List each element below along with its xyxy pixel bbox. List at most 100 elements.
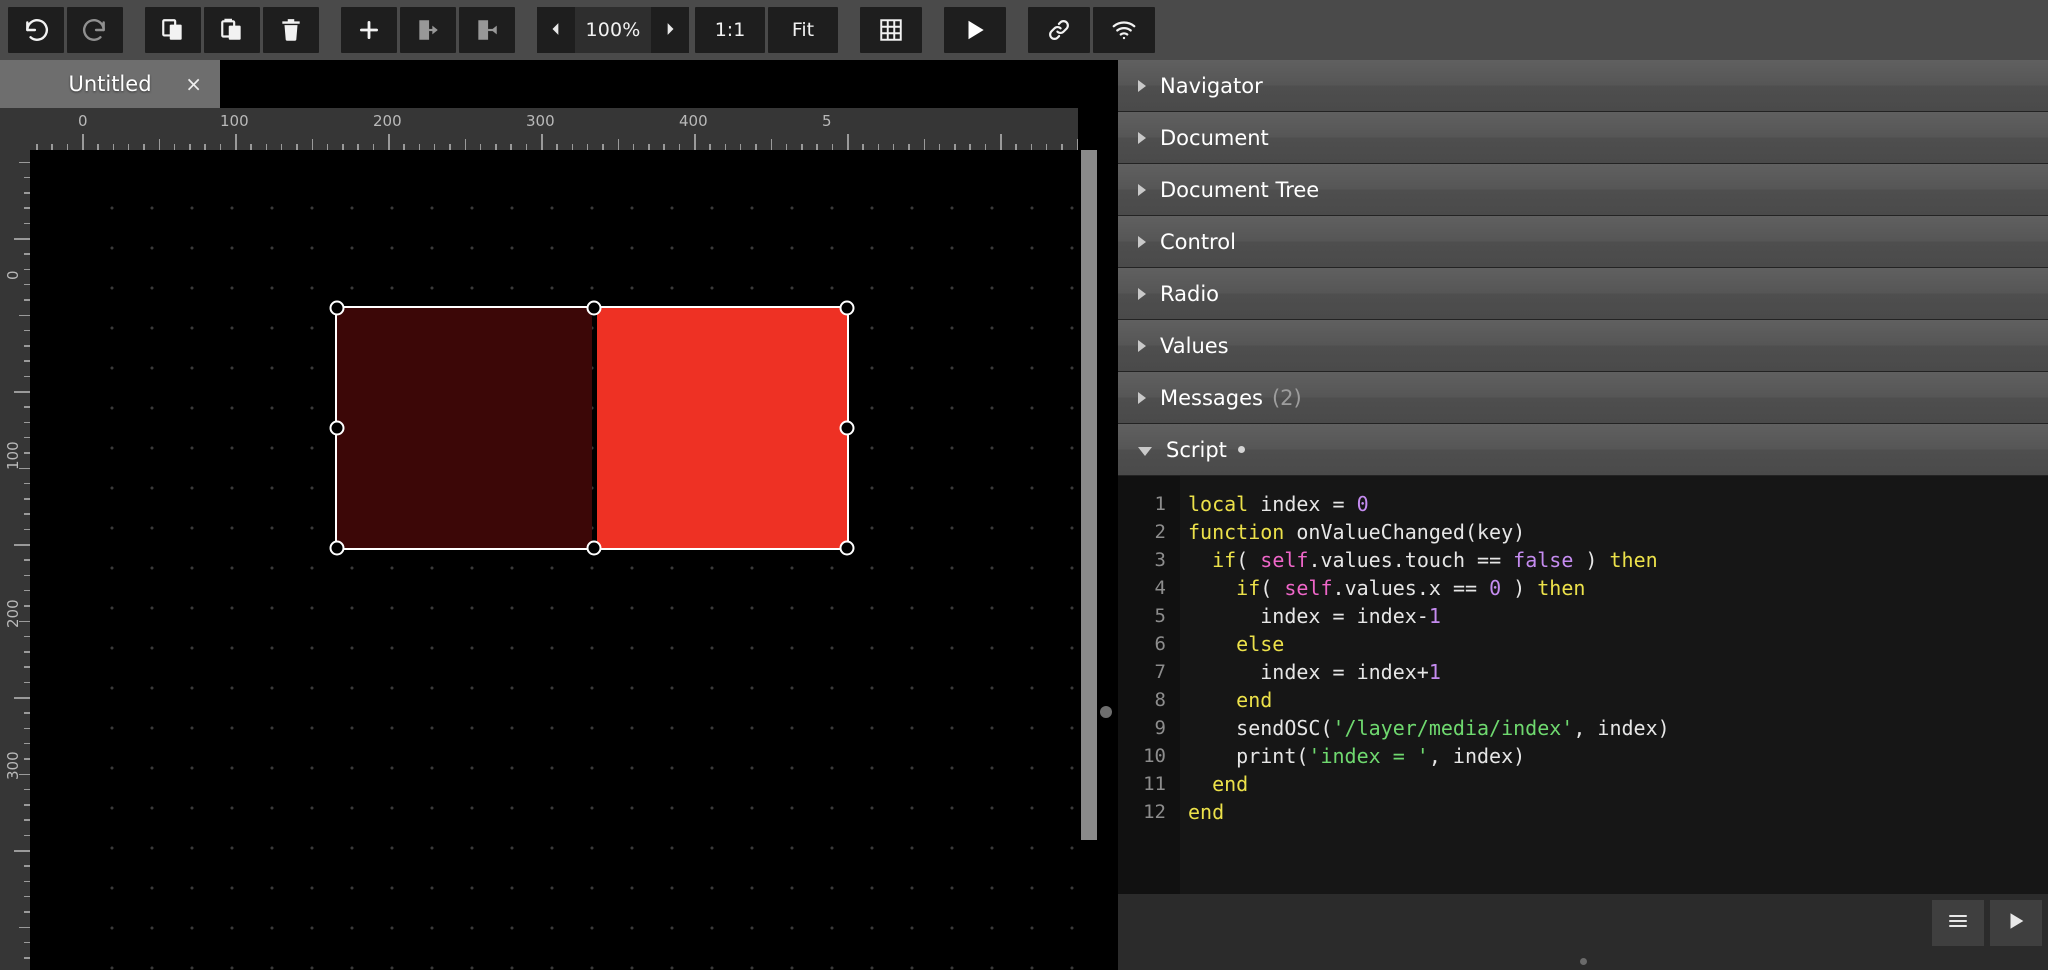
zoom-out-button[interactable]	[537, 7, 575, 53]
import-button[interactable]	[400, 7, 456, 53]
script-modified-indicator	[1237, 446, 1245, 453]
ruler-tick-major	[541, 134, 543, 150]
chevron-right-icon	[1138, 235, 1146, 248]
code-editor[interactable]: 1 2 3 4 5 6 7 8 9 10 11 12 local index =…	[1118, 476, 2048, 894]
ruler-tick-minor	[19, 467, 30, 469]
ruler-tick-major	[14, 544, 30, 546]
ruler-tick-minor	[19, 314, 30, 316]
toolbar-group-clipboard	[145, 7, 319, 53]
panel-label-script: Script	[1166, 437, 1227, 462]
line-number: 4	[1154, 577, 1166, 599]
canvas-scrollbar-thumb[interactable]	[1081, 150, 1097, 840]
play-button[interactable]	[944, 7, 1006, 53]
panel-header-navigator[interactable]: Navigator	[1118, 60, 2048, 112]
inspector-panel: Navigator Document Document Tree Control…	[1118, 60, 2048, 970]
zoom-one-to-one-button[interactable]: 1:1	[695, 7, 765, 53]
line-number: 10	[1143, 745, 1166, 767]
panel-label-messages: Messages	[1160, 385, 1263, 410]
panel-label-document-tree: Document Tree	[1160, 177, 1320, 202]
export-button[interactable]	[459, 7, 515, 53]
tab-untitled[interactable]: Untitled ×	[0, 60, 220, 108]
script-menu-button[interactable]	[1932, 900, 1984, 946]
caret-right-icon	[663, 21, 677, 40]
hamburger-icon	[1946, 909, 1970, 937]
caret-left-icon	[549, 21, 563, 40]
ruler-tick-minor	[311, 139, 313, 150]
ruler-label-h-2: 200	[373, 112, 402, 130]
paste-button[interactable]	[204, 7, 260, 53]
panel-header-document-tree[interactable]: Document Tree	[1118, 164, 2048, 216]
selection-handle-middle-right[interactable]	[839, 420, 855, 436]
toolbar-group-play	[944, 7, 1006, 53]
ruler-tick-major	[694, 134, 696, 150]
panel-header-control[interactable]: Control	[1118, 216, 2048, 268]
vertical-ruler: 0 100 200 300	[0, 150, 30, 970]
ruler-tick-minor	[770, 139, 772, 150]
script-run-button[interactable]	[1990, 900, 2042, 946]
panel-header-document[interactable]: Document	[1118, 112, 2048, 164]
selection-handle-top-left[interactable]	[329, 300, 345, 316]
undo-icon	[23, 17, 49, 43]
ruler-tick-major	[14, 391, 30, 393]
ruler-label-h-4: 400	[679, 112, 708, 130]
ruler-tick-minor	[158, 139, 160, 150]
ruler-tick-minor	[19, 620, 30, 622]
ruler-label-v-0: 0	[4, 270, 22, 280]
line-number: 5	[1154, 605, 1166, 627]
tab-bar: Untitled ×	[0, 60, 1118, 108]
line-number: 3	[1154, 549, 1166, 571]
zoom-in-button[interactable]	[651, 7, 689, 53]
ruler-label-v-3: 300	[4, 751, 22, 780]
panel-label-document: Document	[1160, 125, 1269, 150]
rect-right[interactable]	[597, 308, 847, 548]
ruler-tick-minor	[19, 926, 30, 928]
chevron-right-icon	[1138, 183, 1146, 196]
chevron-down-icon	[1138, 446, 1152, 456]
selection-handle-bottom-center[interactable]	[586, 540, 602, 556]
canvas-vertical-scrollbar[interactable]	[1078, 150, 1100, 970]
delete-button[interactable]	[263, 7, 319, 53]
line-number: 2	[1154, 521, 1166, 543]
add-button[interactable]	[341, 7, 397, 53]
panel-header-values[interactable]: Values	[1118, 320, 2048, 372]
ruler-label-h-0: 0	[78, 112, 88, 130]
canvas-resize-handle[interactable]	[1100, 706, 1112, 718]
selection-handle-bottom-left[interactable]	[329, 540, 345, 556]
ruler-tick-major	[14, 238, 30, 240]
redo-button[interactable]	[67, 7, 123, 53]
undo-button[interactable]	[8, 7, 64, 53]
selection-handle-bottom-right[interactable]	[839, 540, 855, 556]
copy-icon	[160, 17, 186, 43]
link-button[interactable]	[1028, 7, 1090, 53]
panel-header-radio[interactable]: Radio	[1118, 268, 2048, 320]
script-footer-toolbar	[1118, 894, 2048, 952]
selection-handle-top-center[interactable]	[586, 300, 602, 316]
toolbar-group-zoom: 100% 1:1 Fit	[537, 7, 838, 53]
copy-button[interactable]	[145, 7, 201, 53]
chevron-right-icon	[1138, 131, 1146, 144]
canvas-container: 0 100 200 300 400 5 0 100 200 300	[0, 108, 1118, 970]
panel-header-script[interactable]: Script	[1118, 424, 2048, 476]
zoom-value[interactable]: 100%	[575, 7, 651, 53]
network-button[interactable]	[1093, 7, 1155, 53]
selection-handle-top-right[interactable]	[839, 300, 855, 316]
artboard[interactable]	[82, 178, 1078, 970]
editor-area: Untitled × 0 100 200 300 400 5 0 100 200…	[0, 60, 1118, 970]
panel-label-radio: Radio	[1160, 281, 1220, 306]
rect-left[interactable]	[337, 308, 592, 548]
panel-header-messages[interactable]: Messages (2)	[1118, 372, 2048, 424]
ruler-tick-minor	[1076, 139, 1078, 150]
panel-resize-handle[interactable]	[1579, 957, 1587, 965]
zoom-fit-button[interactable]: Fit	[768, 7, 838, 53]
close-icon[interactable]: ×	[185, 74, 202, 94]
script-panel-body: 1 2 3 4 5 6 7 8 9 10 11 12 local index =…	[1118, 476, 2048, 952]
messages-count-badge: (2)	[1271, 385, 1302, 410]
selection-handle-middle-left[interactable]	[329, 420, 345, 436]
code-content[interactable]: local index = 0 function onValueChanged(…	[1180, 476, 2048, 894]
ruler-label-h-5: 5	[822, 112, 832, 130]
grid-button[interactable]	[860, 7, 922, 53]
ruler-tick-minor	[19, 161, 30, 163]
import-icon	[415, 17, 441, 43]
horizontal-ruler: 0 100 200 300 400 5	[30, 108, 1078, 150]
canvas[interactable]	[30, 150, 1078, 970]
